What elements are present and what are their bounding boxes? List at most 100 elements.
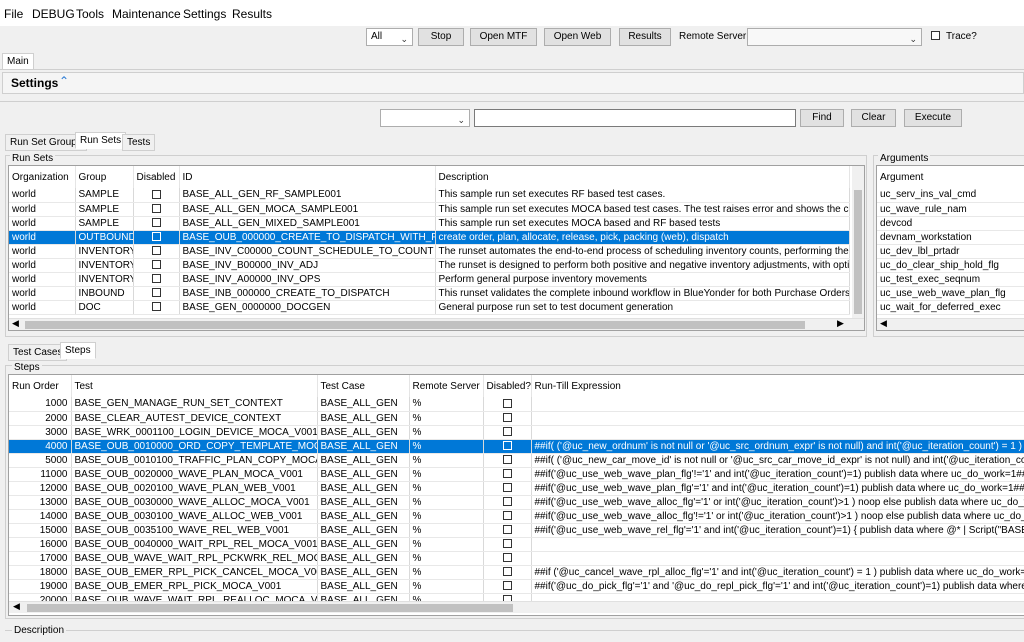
list-item[interactable]: uc_do_clear_ship_hold_flg (877, 258, 1024, 273)
disabled-cell[interactable] (483, 481, 532, 496)
table-cell[interactable]: This runset validates the complete inbou… (435, 286, 850, 301)
disabled-cell[interactable] (133, 300, 180, 315)
table-cell[interactable]: INBOUND (75, 286, 134, 301)
open-mtf-button[interactable]: Open MTF (470, 28, 537, 46)
list-item[interactable]: uc_dev_lbl_prtadr (877, 244, 1024, 259)
table-cell[interactable] (531, 537, 1024, 552)
scroll-left-icon[interactable]: ◀ (880, 318, 887, 329)
disabled-checkbox[interactable] (151, 288, 161, 298)
table-cell[interactable]: 1000 (9, 397, 72, 412)
disabled-checkbox[interactable] (502, 553, 512, 563)
table-cell[interactable]: ##if( ('@uc_new_car_move_id' is not null… (531, 453, 1024, 468)
table-cell[interactable]: INVENTORY (75, 244, 134, 259)
table-cell[interactable]: 11000 (9, 467, 72, 482)
remote-server-dropdown[interactable]: ⌄ (747, 28, 922, 46)
table-row[interactable]: world INVENTORY BASE_INV_B00000_INV_ADJ The… (9, 258, 850, 273)
table-cell[interactable]: BASE_ALL_GEN (317, 565, 410, 580)
scroll-thumb[interactable] (27, 604, 513, 612)
table-row[interactable]: 14000 BASE_OUB_0030100_WAVE_ALLOC_WEB_V00… (9, 509, 1024, 524)
table-cell[interactable]: 3000 (9, 425, 72, 440)
search-type-dropdown[interactable]: ⌄ (380, 109, 470, 127)
table-cell[interactable]: ##if('@uc_use_web_wave_plan_flg'!='1' an… (531, 467, 1024, 482)
disabled-cell[interactable] (483, 453, 532, 468)
disabled-cell[interactable] (133, 188, 180, 203)
disabled-checkbox[interactable] (151, 204, 161, 214)
table-cell[interactable]: BASE_ALL_GEN_MIXED_SAMPLE001 (179, 216, 436, 231)
table-cell[interactable]: BASE_OUB_0040000_WAIT_RPL_REL_MOCA_V001 (71, 537, 318, 552)
table-cell[interactable]: BASE_ALL_GEN_RF_SAMPLE001 (179, 188, 436, 203)
disabled-checkbox[interactable] (151, 218, 161, 228)
table-cell[interactable]: world (9, 230, 76, 245)
table-cell[interactable]: 13000 (9, 495, 72, 510)
table-cell[interactable]: world (9, 258, 76, 273)
column-header[interactable]: ID (179, 166, 436, 188)
column-header[interactable]: Disabled (133, 166, 180, 188)
vertical-scrollbar[interactable] (852, 166, 864, 318)
table-cell[interactable]: ##if('@uc_use_web_wave_alloc_flg'='1' or… (531, 495, 1024, 510)
table-cell[interactable]: BASE_ALL_GEN (317, 397, 410, 412)
table-row[interactable]: 11000 BASE_OUB_0020000_WAVE_PLAN_MOCA_V00… (9, 467, 1024, 482)
argument-name[interactable]: uc_use_web_wave_plan_flg (877, 286, 1024, 301)
table-cell[interactable]: BASE_ALL_GEN (317, 509, 410, 524)
scroll-right-icon[interactable]: ▶ (837, 318, 844, 329)
table-cell[interactable]: % (409, 397, 484, 412)
table-cell[interactable]: BASE_ALL_GEN (317, 453, 410, 468)
table-cell[interactable]: % (409, 537, 484, 552)
table-cell[interactable]: INVENTORY (75, 258, 134, 273)
disabled-cell[interactable] (483, 439, 532, 454)
column-header[interactable]: Description (435, 166, 850, 188)
column-header[interactable]: Test Case (317, 375, 410, 397)
table-cell[interactable]: BASE_ALL_GEN (317, 467, 410, 482)
tab-run-sets[interactable]: Run Sets (75, 132, 127, 149)
table-row[interactable]: 1000 BASE_GEN_MANAGE_RUN_SET_CONTEXT BASE_… (9, 397, 1024, 412)
horizontal-scrollbar[interactable]: ◀ (9, 601, 1024, 613)
table-row[interactable]: world SAMPLE BASE_ALL_GEN_MIXED_SAMPLE001 T… (9, 216, 850, 231)
table-row[interactable]: world SAMPLE BASE_ALL_GEN_MOCA_SAMPLE001 Th… (9, 202, 850, 217)
table-cell[interactable]: 2000 (9, 411, 72, 426)
table-cell[interactable]: BASE_OUB_EMER_RPL_PICK_MOCA_V001 (71, 579, 318, 594)
table-cell[interactable]: SAMPLE (75, 202, 134, 217)
table-cell[interactable]: % (409, 565, 484, 580)
table-cell[interactable]: SAMPLE (75, 188, 134, 203)
argument-name[interactable]: uc_wait_for_deferred_exec (877, 300, 1024, 315)
menu-tools[interactable]: Tools (76, 7, 104, 21)
table-cell[interactable]: 19000 (9, 579, 72, 594)
table-cell[interactable]: BASE_ALL_GEN (317, 425, 410, 440)
scroll-left-icon[interactable]: ◀ (12, 318, 19, 329)
menu-debug[interactable]: DEBUG (32, 7, 75, 21)
column-header[interactable]: Argument (877, 166, 1024, 188)
table-cell[interactable]: This sample run set executes RF based te… (435, 188, 850, 203)
argument-name[interactable]: devnam_workstation (877, 230, 1024, 245)
table-cell[interactable]: ##if('@uc_use_web_wave_plan_flg'='1' and… (531, 481, 1024, 496)
argument-name[interactable]: uc_wave_rule_nam (877, 202, 1024, 217)
scroll-thumb[interactable] (854, 190, 862, 314)
disabled-cell[interactable] (133, 286, 180, 301)
horizontal-scrollbar[interactable]: ◀ (877, 318, 1024, 330)
table-cell[interactable]: BASE_OUB_EMER_RPL_PICK_CANCEL_MOCA_V001 (71, 565, 318, 580)
disabled-checkbox[interactable] (151, 260, 161, 270)
table-cell[interactable]: % (409, 439, 484, 454)
disabled-cell[interactable] (483, 523, 532, 538)
table-cell[interactable]: 14000 (9, 509, 72, 524)
table-cell[interactable]: BASE_OUB_000000_CREATE_TO_DISPATCH_WITH_… (179, 230, 436, 245)
table-row[interactable]: world OUTBOUND BASE_OUB_000000_CREATE_TO_D… (9, 230, 850, 245)
trace-checkbox[interactable] (931, 31, 940, 40)
column-header[interactable]: Disabled? (483, 375, 532, 397)
table-cell[interactable]: ##if ('@uc_cancel_wave_rpl_alloc_flg'='1… (531, 565, 1024, 580)
table-cell[interactable]: BASE_ALL_GEN (317, 481, 410, 496)
tab-steps[interactable]: Steps (60, 342, 96, 359)
disabled-checkbox[interactable] (502, 483, 512, 493)
disabled-checkbox[interactable] (502, 399, 512, 409)
table-cell[interactable]: % (409, 467, 484, 482)
list-item[interactable]: devcod (877, 216, 1024, 231)
disabled-cell[interactable] (133, 244, 180, 259)
argument-name[interactable]: uc_test_exec_seqnum (877, 272, 1024, 287)
disabled-cell[interactable] (133, 216, 180, 231)
table-cell[interactable]: BASE_GEN_0000000_DOCGEN (179, 300, 436, 315)
column-header[interactable]: Group (75, 166, 134, 188)
disabled-checkbox[interactable] (502, 455, 512, 465)
table-row[interactable]: world INVENTORY BASE_INV_A00000_INV_OPS Per… (9, 272, 850, 287)
disabled-cell[interactable] (483, 579, 532, 594)
menu-results[interactable]: Results (232, 7, 272, 21)
table-row[interactable]: 19000 BASE_OUB_EMER_RPL_PICK_MOCA_V001 BAS… (9, 579, 1024, 594)
